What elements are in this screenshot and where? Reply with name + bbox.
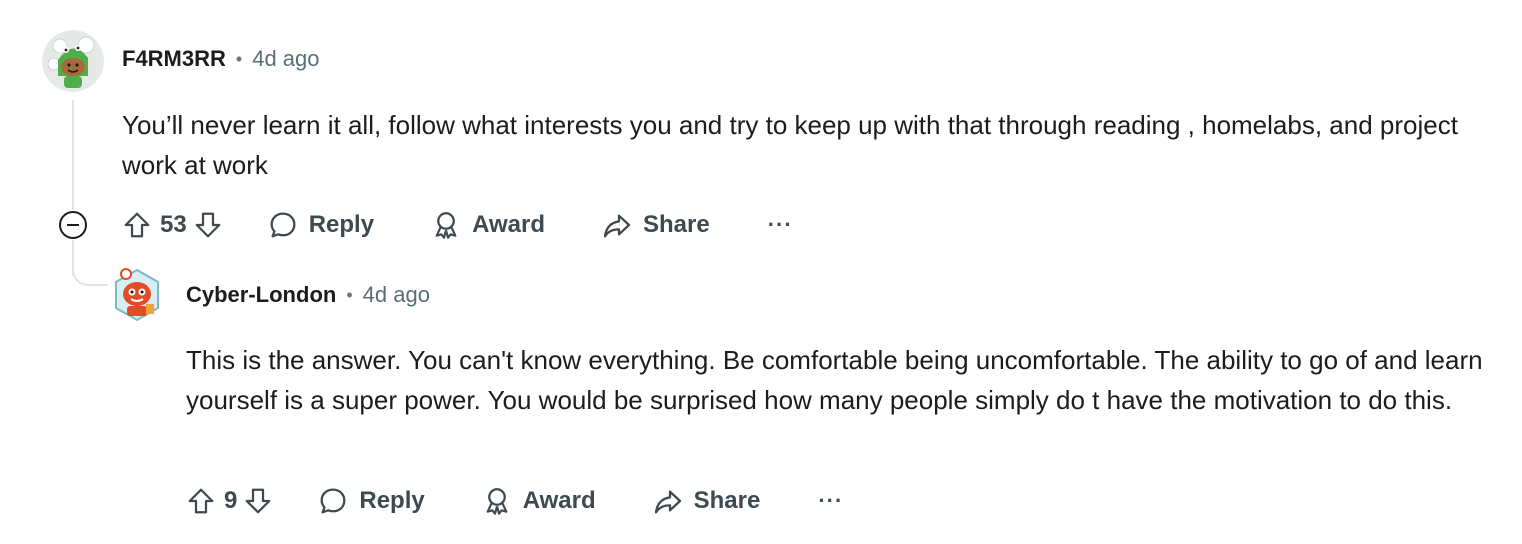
- meta-separator: •: [235, 48, 243, 69]
- share-button[interactable]: Share: [652, 485, 761, 517]
- award-ribbon-icon: [435, 212, 457, 239]
- arrow-down-icon[interactable]: [193, 210, 223, 240]
- share-label: Share: [642, 211, 710, 238]
- vote-count: 53: [160, 211, 187, 238]
- comment-body: This is the answer. You can't know every…: [186, 345, 1483, 415]
- comment-meta: F4RM3RR • 4d ago: [122, 46, 320, 72]
- speech-bubble-icon: [320, 488, 346, 514]
- award-label: Award: [472, 211, 545, 238]
- collapse-thread-button[interactable]: [59, 211, 87, 239]
- speech-bubble-icon: [270, 212, 296, 238]
- arrow-down-icon[interactable]: [243, 486, 273, 516]
- comment-actions: 9 Reply Award Share ···: [186, 479, 843, 523]
- more-options-button[interactable]: ···: [818, 488, 843, 514]
- award-ribbon-icon: [486, 488, 508, 515]
- award-button[interactable]: Award: [430, 209, 545, 241]
- comment-meta: Cyber-London • 4d ago: [186, 282, 430, 308]
- more-options-button[interactable]: ···: [768, 212, 793, 238]
- reply-button[interactable]: Reply: [267, 209, 374, 241]
- comment-actions: 53 Reply Award Share ···: [122, 203, 793, 247]
- comment-body: You’ll never learn it all, follow what i…: [122, 110, 1458, 180]
- thread-line-branch: [72, 262, 108, 286]
- share-button[interactable]: Share: [601, 209, 710, 241]
- arrow-up-icon[interactable]: [122, 210, 152, 240]
- avatar-snoo-icon: [106, 264, 168, 326]
- share-arrow-icon: [654, 490, 681, 514]
- author-name[interactable]: F4RM3RR: [122, 46, 226, 72]
- vote-count: 9: [224, 487, 238, 514]
- timestamp[interactable]: 4d ago: [252, 46, 319, 72]
- reply-button[interactable]: Reply: [317, 485, 425, 517]
- author-name[interactable]: Cyber-London: [186, 282, 336, 308]
- thread-line: [72, 100, 74, 210]
- share-arrow-icon: [603, 214, 631, 238]
- timestamp[interactable]: 4d ago: [363, 282, 430, 308]
- avatar[interactable]: [42, 30, 104, 92]
- reply-label: Reply: [308, 211, 375, 238]
- arrow-up-icon[interactable]: [186, 486, 216, 516]
- reply-label: Reply: [359, 487, 425, 514]
- award-button[interactable]: Award: [481, 485, 596, 517]
- avatar-snoo-icon: [42, 30, 104, 92]
- meta-separator: •: [346, 284, 353, 305]
- award-label: Award: [522, 487, 596, 514]
- avatar[interactable]: [106, 264, 168, 326]
- share-label: Share: [693, 487, 761, 514]
